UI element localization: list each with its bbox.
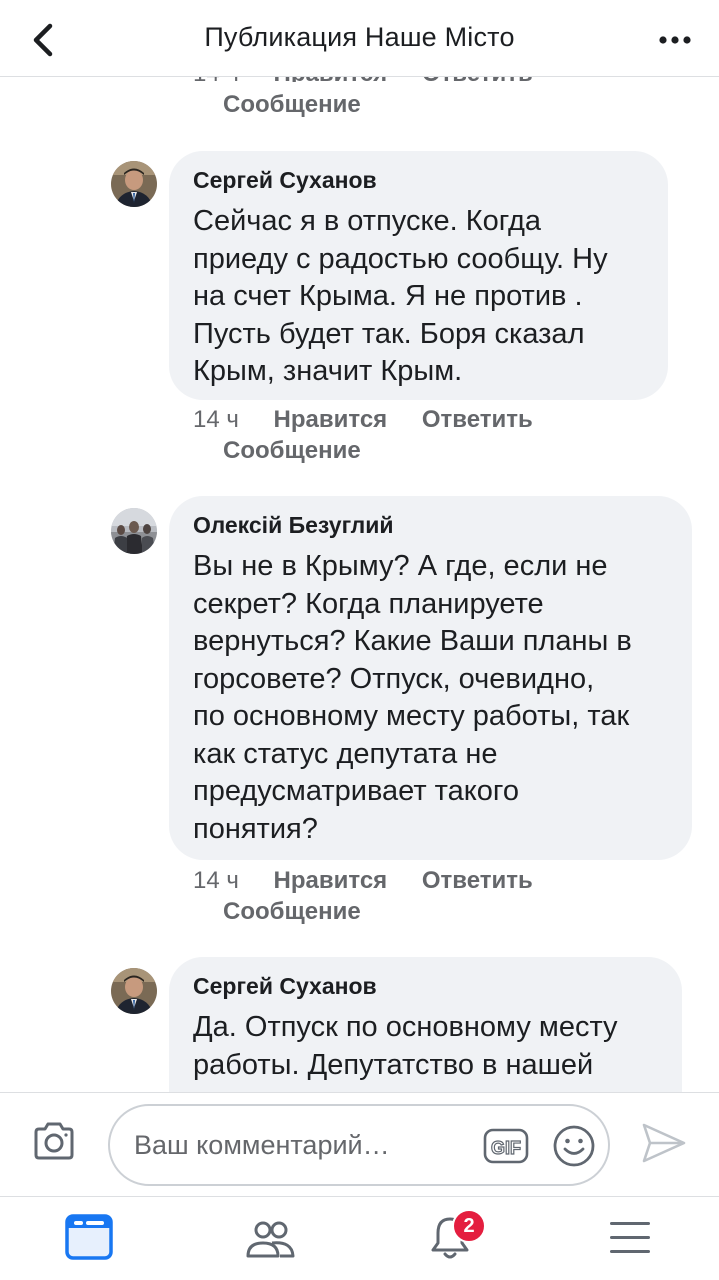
avatar-photo-icon	[111, 161, 157, 207]
news-feed-icon	[65, 1214, 113, 1260]
comment-bubble[interactable]: Сергей Суханов Да. Отпуск по основному м…	[169, 957, 682, 1092]
gif-button[interactable]: GIF	[483, 1126, 529, 1166]
bottom-tab-bar: 2	[0, 1196, 719, 1280]
comment-bubble[interactable]: Сергей Суханов Сейчас я в отпуске. Когда…	[169, 151, 668, 400]
like-link[interactable]: Нравится	[274, 867, 388, 894]
message-link[interactable]: Сообщение	[223, 437, 361, 465]
friends-icon	[246, 1221, 295, 1258]
hamburger-menu-icon	[610, 1222, 650, 1253]
comment-author[interactable]: Сергей Суханов	[193, 973, 377, 1000]
avatar[interactable]	[111, 161, 157, 207]
reply-link[interactable]: Ответить	[422, 867, 533, 894]
avatar[interactable]	[111, 508, 157, 554]
tab-news-feed[interactable]	[61, 1213, 117, 1263]
comment-time: 14 ч	[193, 406, 239, 433]
comment-author[interactable]: Олексій Безуглий	[193, 512, 393, 539]
comment-feed: 14 ч Нравится Ответить Сообщение Сергей …	[0, 0, 719, 1092]
comment-composer: Ваш комментарий… GIF	[0, 1092, 719, 1196]
camera-button[interactable]	[30, 1117, 78, 1165]
like-link[interactable]: Нравится	[274, 406, 388, 433]
more-options-icon	[659, 36, 691, 44]
comment-meta: 14 ч Нравится Ответить	[193, 406, 533, 434]
notification-badge: 2	[452, 1209, 486, 1243]
avatar-photo-icon	[111, 968, 157, 1014]
comment-bubble[interactable]: Олексій Безуглий Вы не в Крыму? А где, е…	[169, 496, 692, 860]
camera-icon	[34, 1122, 74, 1160]
avatar[interactable]	[111, 968, 157, 1014]
avatar-photo-icon	[111, 508, 157, 554]
gif-label: GIF	[491, 1138, 521, 1158]
page-title: Публикация Наше Місто	[204, 22, 515, 52]
message-link[interactable]: Сообщение	[223, 91, 361, 119]
comment-text: Вы не в Крыму? А где, если не секрет? Ко…	[193, 550, 632, 845]
tab-menu[interactable]	[602, 1213, 658, 1263]
send-icon	[642, 1123, 686, 1163]
comment-input[interactable]: Ваш комментарий… GIF	[108, 1104, 610, 1186]
tab-friends[interactable]	[242, 1213, 298, 1263]
comment-text: Да. Отпуск по основному месту работы. Де…	[193, 1011, 618, 1081]
comment-meta: 14 ч Нравится Ответить	[193, 867, 533, 895]
comment-time: 14 ч	[193, 867, 239, 894]
smiley-icon	[553, 1125, 595, 1167]
send-button[interactable]	[640, 1121, 688, 1165]
reply-link[interactable]: Ответить	[422, 406, 533, 433]
gif-icon: GIF	[483, 1128, 529, 1164]
comment-text: Сейчас я в отпуске. Когда приеду с радос…	[193, 205, 608, 387]
more-button[interactable]	[653, 22, 697, 58]
top-bar: Публикация Наше Місто	[0, 0, 719, 77]
comment-placeholder: Ваш комментарий…	[134, 1130, 390, 1160]
emoji-button[interactable]	[552, 1124, 596, 1168]
message-link[interactable]: Сообщение	[223, 898, 361, 926]
comment-author[interactable]: Сергей Суханов	[193, 167, 377, 194]
